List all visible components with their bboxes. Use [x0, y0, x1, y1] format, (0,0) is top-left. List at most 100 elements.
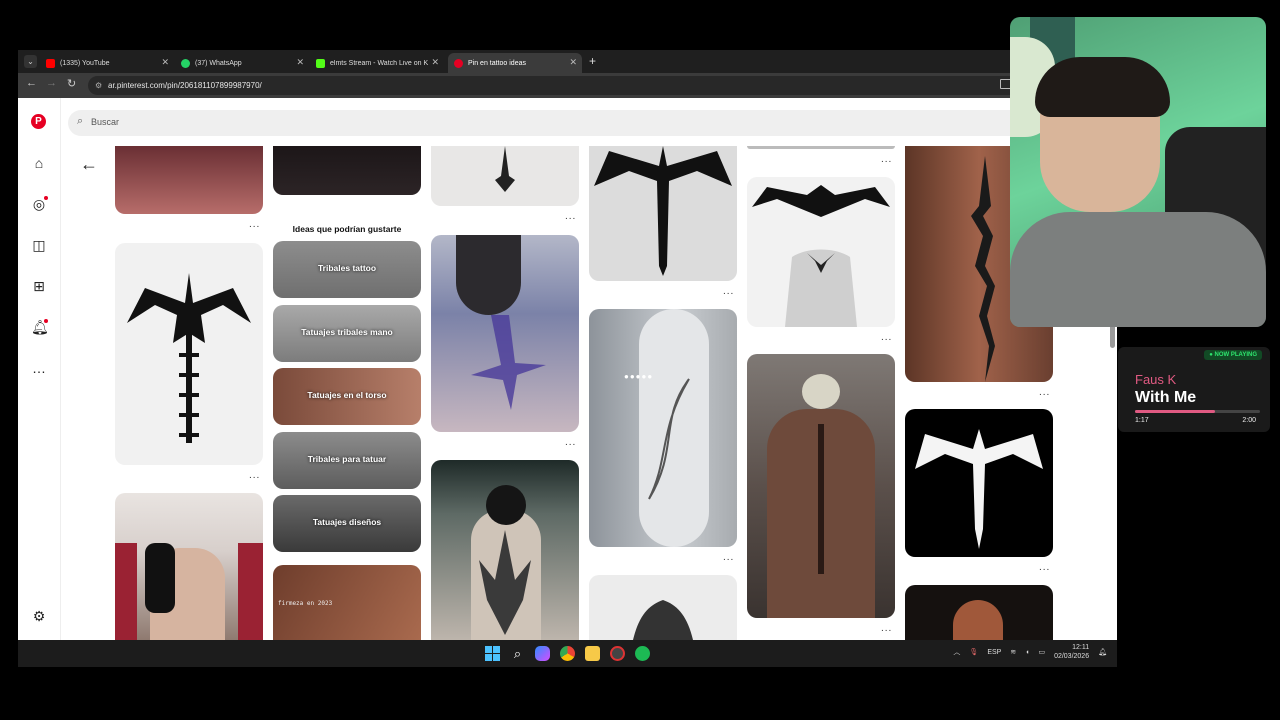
kick-icon — [316, 58, 325, 68]
notification-dot — [44, 196, 48, 200]
tab-title: (37) WhatsApp — [195, 59, 242, 67]
chevron-up-icon[interactable]: ︿ — [953, 647, 960, 657]
hair — [145, 543, 175, 613]
pinterest-sidebar: P ⌂ ◎ ◫ ⊞ 🔔︎ … ⚙ — [18, 98, 61, 640]
head — [953, 600, 1003, 640]
chrome-icon[interactable] — [560, 646, 575, 661]
pin-image-side-torso-tattoo[interactable]: ●●●●● — [589, 309, 737, 547]
tab-search-button[interactable]: ⌄ — [24, 55, 37, 68]
tab-strip: ⌄ (1335) YouTube ✕ (37) WhatsApp ✕ elmts… — [18, 50, 1117, 73]
battery-icon[interactable]: ▭ — [1038, 648, 1045, 656]
back-arrow-icon[interactable]: ← — [80, 154, 98, 175]
app-icon[interactable] — [610, 646, 625, 661]
tab-title: elmts Stream - Watch Live on K — [330, 59, 429, 67]
pin-image-neck-tattoo[interactable] — [431, 235, 579, 432]
file-explorer-icon[interactable] — [585, 646, 600, 661]
category-card[interactable]: Tatuajes diseños — [273, 495, 421, 552]
home-icon[interactable]: ⌂ — [31, 155, 47, 171]
spine-wings-illustration — [594, 146, 732, 276]
create-icon[interactable]: ⊞ — [31, 278, 47, 294]
reaction-emojis: ●●●●● — [624, 372, 654, 381]
pin-image-tribal-spine-design[interactable] — [115, 243, 263, 465]
pin-image-back-tattoo-photo[interactable] — [115, 493, 263, 640]
webcam-overlay — [1010, 17, 1266, 327]
pin-image-torso-tattoo[interactable]: firmeza en 2023 — [273, 565, 421, 640]
whatsapp-icon — [181, 58, 190, 68]
pin-image[interactable] — [273, 146, 421, 195]
pin-image-neck-tattoo-sketch[interactable] — [589, 575, 737, 640]
pin-image-spine-wings-tattoo[interactable] — [589, 146, 737, 281]
clock[interactable]: 12:11 02/03/2026 — [1054, 643, 1089, 661]
address-bar: ← → ↻ ⚙ ar.pinterest.com/pin/20618110789… — [18, 73, 1117, 98]
windows-taskbar: ⌕ ︿ 🎙︎ ESP ≋ ◖ ▭ 12:11 02/03/2026 🔔︎ — [18, 640, 1117, 667]
clock-date: 02/03/2026 — [1054, 653, 1090, 660]
category-label: Tatuajes diseños — [312, 517, 382, 527]
search-input[interactable]: Buscar — [91, 117, 119, 127]
messages-icon[interactable]: … — [31, 360, 47, 376]
more-options-icon[interactable]: ... — [881, 623, 892, 634]
language-indicator[interactable]: ESP — [987, 649, 1001, 656]
more-options-icon[interactable]: ... — [881, 154, 892, 165]
more-options-icon[interactable]: ... — [565, 211, 576, 222]
youtube-icon — [46, 58, 55, 68]
pin-image-full-back-tattoo[interactable] — [431, 460, 579, 640]
settings-gear-icon[interactable]: ⚙ — [31, 608, 47, 624]
tribal-wings-illustration — [915, 429, 1043, 549]
back-arrow-icon[interactable]: ← — [26, 77, 37, 89]
more-options-icon[interactable]: ... — [565, 437, 576, 448]
curtain-decoration — [238, 543, 263, 640]
wifi-icon[interactable]: ≋ — [1010, 648, 1016, 656]
url-text: ar.pinterest.com/pin/206181107899987970/ — [108, 81, 262, 90]
category-card[interactable]: Tatuajes tribales mano — [273, 305, 421, 362]
more-options-icon[interactable]: ... — [1039, 562, 1050, 573]
url-field[interactable]: ⚙ ar.pinterest.com/pin/20618110789998797… — [88, 76, 1098, 95]
reload-icon[interactable]: ↻ — [67, 77, 76, 90]
category-card[interactable]: Tatuajes en el torso — [273, 368, 421, 425]
track-artist: Faus K — [1135, 372, 1177, 387]
microphone-icon[interactable]: 🎙︎ — [969, 648, 978, 656]
pinterest-logo-icon[interactable]: P — [31, 114, 47, 130]
track-total-time: 2:00 — [1242, 417, 1256, 424]
pin-image-back-scars-photo[interactable] — [747, 354, 895, 618]
forward-arrow-icon[interactable]: → — [46, 77, 57, 89]
tab-youtube[interactable]: (1335) YouTube ✕ — [40, 53, 174, 73]
close-tab-icon[interactable]: ✕ — [431, 57, 439, 68]
more-options-icon[interactable]: ... — [249, 470, 260, 481]
clock-time: 12:11 — [1072, 644, 1090, 651]
back-tattoo-illustration — [479, 530, 531, 635]
more-options-icon[interactable]: ... — [881, 332, 892, 343]
notifications-icon[interactable]: 🔔︎ — [1098, 648, 1107, 656]
close-tab-icon[interactable]: ✕ — [296, 57, 304, 68]
search-bar[interactable]: ⌕ Buscar — [68, 110, 1117, 136]
category-card[interactable]: Tribales para tatuar — [273, 432, 421, 489]
notifications-bell-icon[interactable]: 🔔︎ — [31, 319, 49, 335]
category-card[interactable]: Tribales tattoo — [273, 241, 421, 298]
tab-whatsapp[interactable]: (37) WhatsApp ✕ — [175, 53, 309, 73]
now-playing-widget: ● NOW PLAYING Faus K With Me 1:17 2:00 — [1118, 347, 1270, 432]
close-tab-icon[interactable]: ✕ — [161, 57, 169, 68]
more-options-icon[interactable]: ... — [723, 552, 734, 563]
pin-image-tribal-wings-design[interactable] — [905, 409, 1053, 557]
close-tab-icon[interactable]: ✕ — [569, 57, 577, 68]
windows-start-icon[interactable] — [485, 646, 500, 661]
copilot-icon[interactable] — [535, 646, 550, 661]
new-tab-button[interactable]: + — [589, 54, 596, 68]
pin-image-upper-back-tattoo[interactable] — [747, 177, 895, 327]
boards-icon[interactable]: ◫ — [31, 237, 47, 253]
more-options-icon[interactable]: ... — [249, 219, 260, 230]
pin-image[interactable] — [115, 146, 263, 214]
search-icon[interactable]: ⌕ — [510, 646, 525, 661]
more-options-icon[interactable]: ... — [1039, 387, 1050, 398]
system-tray: ︿ 🎙︎ ESP ≋ ◖ ▭ 12:11 02/03/2026 🔔︎ — [953, 643, 1107, 661]
site-info-icon[interactable]: ⚙ — [95, 76, 102, 95]
tab-kick[interactable]: elmts Stream - Watch Live on K ✕ — [310, 53, 444, 73]
explore-icon[interactable]: ◎ — [31, 196, 48, 212]
pin-image[interactable] — [747, 146, 895, 149]
pin-image-spine-tattoo[interactable] — [431, 146, 579, 206]
spotify-icon[interactable] — [635, 646, 650, 661]
tribal-tattoo-illustration — [127, 273, 251, 443]
volume-icon[interactable]: ◖ — [1025, 649, 1029, 656]
tab-pinterest[interactable]: Pin en tattoo ideas ✕ — [448, 53, 582, 73]
pin-image-dark-photo[interactable] — [905, 585, 1053, 640]
more-options-icon[interactable]: ... — [723, 286, 734, 297]
